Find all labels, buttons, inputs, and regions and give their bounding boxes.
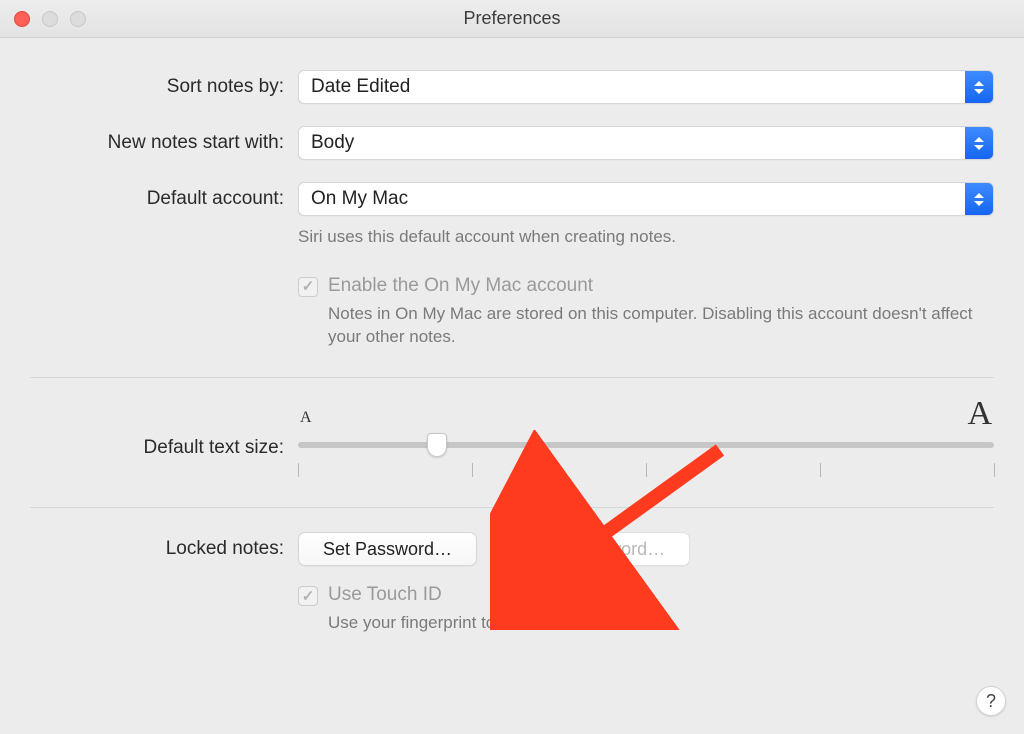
slider-knob[interactable] bbox=[427, 433, 447, 457]
slider-tick bbox=[820, 463, 821, 477]
select-new-notes[interactable]: Body bbox=[298, 126, 994, 160]
minimize-window-button[interactable] bbox=[42, 11, 58, 27]
checkmark-icon: ✓ bbox=[302, 279, 315, 294]
slider-small-glyph: A bbox=[300, 409, 312, 427]
reset-password-button: Reset Password… bbox=[491, 532, 690, 566]
row-locked-notes: Locked notes: Set Password… Reset Passwo… bbox=[30, 532, 994, 566]
slider-tick bbox=[646, 463, 647, 477]
label-locked-notes: Locked notes: bbox=[30, 532, 298, 566]
hint-default-account: Siri uses this default account when crea… bbox=[298, 226, 994, 249]
chevron-up-icon bbox=[974, 137, 984, 142]
reset-password-label: Reset Password… bbox=[516, 539, 665, 560]
chevron-down-icon bbox=[974, 145, 984, 150]
row-default-account: Default account: On My Mac Siri uses thi… bbox=[30, 182, 994, 249]
divider bbox=[30, 507, 994, 508]
checkbox-hint-touch-id: Use your fingerprint to view locked note… bbox=[328, 612, 639, 635]
label-sort-notes: Sort notes by: bbox=[30, 70, 298, 104]
traffic-lights bbox=[0, 11, 86, 27]
divider bbox=[30, 377, 994, 378]
chevron-up-icon bbox=[974, 193, 984, 198]
help-icon: ? bbox=[986, 691, 996, 712]
set-password-label: Set Password… bbox=[323, 539, 452, 560]
zoom-window-button[interactable] bbox=[70, 11, 86, 27]
stepper-icon bbox=[965, 71, 993, 103]
close-window-button[interactable] bbox=[14, 11, 30, 27]
checkbox-label-touch-id: Use Touch ID bbox=[328, 584, 639, 606]
row-text-size: Default text size: A A bbox=[30, 396, 994, 479]
checkbox-touch-id: ✓ bbox=[298, 586, 318, 606]
select-sort-notes-value: Date Edited bbox=[311, 76, 410, 98]
label-new-notes: New notes start with: bbox=[30, 126, 298, 160]
select-default-account-value: On My Mac bbox=[311, 188, 408, 210]
help-button[interactable]: ? bbox=[976, 686, 1006, 716]
text-size-slider[interactable] bbox=[298, 433, 994, 459]
slider-tick bbox=[994, 463, 995, 477]
stepper-icon bbox=[965, 127, 993, 159]
slider-tick bbox=[298, 463, 299, 477]
checkbox-label-enable-on-my-mac: Enable the On My Mac account bbox=[328, 275, 988, 297]
set-password-button[interactable]: Set Password… bbox=[298, 532, 477, 566]
slider-track bbox=[298, 442, 994, 448]
slider-large-glyph: A bbox=[967, 400, 992, 427]
row-enable-on-my-mac: ✓ Enable the On My Mac account Notes in … bbox=[30, 275, 994, 349]
slider-size-labels: A A bbox=[298, 400, 994, 433]
titlebar: Preferences bbox=[0, 0, 1024, 38]
slider-ticks bbox=[298, 463, 994, 479]
row-sort-notes: Sort notes by: Date Edited bbox=[30, 70, 994, 104]
stepper-icon bbox=[965, 183, 993, 215]
chevron-up-icon bbox=[974, 81, 984, 86]
select-sort-notes[interactable]: Date Edited bbox=[298, 70, 994, 104]
checkbox-enable-on-my-mac: ✓ bbox=[298, 277, 318, 297]
preferences-content: Sort notes by: Date Edited New notes sta… bbox=[0, 38, 1024, 645]
row-touch-id: ✓ Use Touch ID Use your fingerprint to v… bbox=[30, 584, 994, 635]
window-title: Preferences bbox=[0, 8, 1024, 29]
select-default-account[interactable]: On My Mac bbox=[298, 182, 994, 216]
label-text-size: Default text size: bbox=[30, 415, 298, 460]
label-default-account: Default account: bbox=[30, 182, 298, 216]
select-new-notes-value: Body bbox=[311, 132, 354, 154]
chevron-down-icon bbox=[974, 89, 984, 94]
chevron-down-icon bbox=[974, 201, 984, 206]
row-new-notes: New notes start with: Body bbox=[30, 126, 994, 160]
slider-tick bbox=[472, 463, 473, 477]
checkmark-icon: ✓ bbox=[302, 589, 315, 604]
checkbox-hint-enable-on-my-mac: Notes in On My Mac are stored on this co… bbox=[328, 303, 988, 349]
